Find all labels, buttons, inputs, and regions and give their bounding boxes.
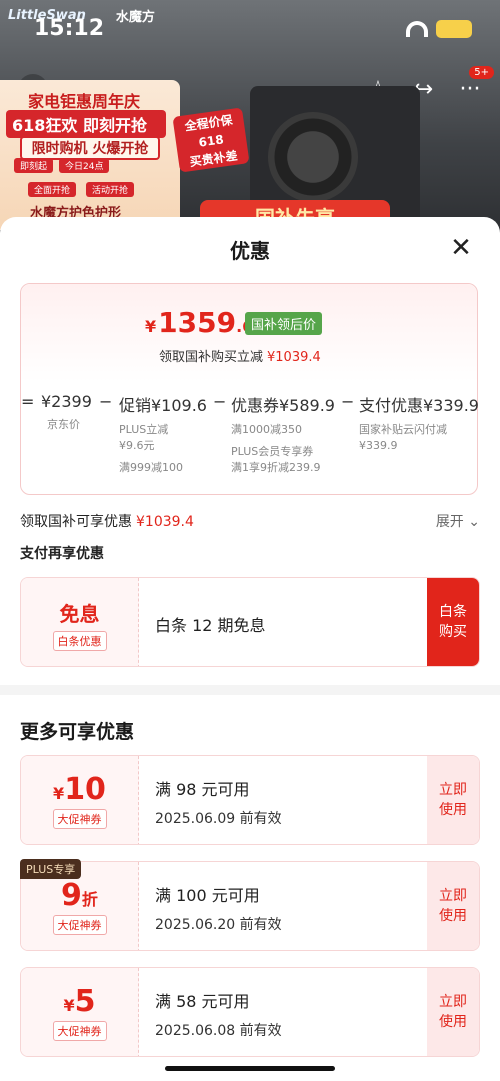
coupon-expiry: 2025.06.20 前有效 bbox=[155, 917, 282, 933]
coupon-condition: 满 98 元可用 bbox=[155, 780, 250, 799]
price-protect-sticker: 全程价保 618 买贵补差 bbox=[172, 107, 250, 173]
coupon-condition: 满 100 元可用 bbox=[155, 886, 260, 905]
price-tag: 国补领后价 bbox=[245, 312, 323, 335]
interest-free-card[interactable]: 免息 白条优惠 白条 12 期免息 白条 购买 bbox=[20, 577, 480, 667]
price-symbol: ¥ bbox=[145, 317, 157, 336]
promo-tags-2: 全面开抢 活动开抢 bbox=[28, 182, 135, 197]
coupon-value: 优惠券¥589.9 bbox=[231, 396, 335, 415]
coupon-note: 满1000减350 bbox=[231, 423, 302, 436]
breakdown-pay: 支付优惠¥339.9 国家补贴云闪付减 ¥339.9 bbox=[359, 392, 479, 454]
breakdown-promo: 促销¥109.6 PLUS立减 ¥9.6元 满999减100 bbox=[119, 392, 207, 476]
promo-title: 家电钜惠周年庆 bbox=[28, 92, 141, 111]
cart-count-badge: 5+ bbox=[469, 66, 494, 79]
pay-note: ¥339.9 bbox=[359, 439, 398, 452]
price-subtitle-text: 领取国补购买立减 bbox=[159, 350, 264, 365]
promo-note: 满999减100 bbox=[119, 461, 183, 474]
coupon-note: 满1享9折减239.9 bbox=[231, 461, 321, 474]
section-divider bbox=[0, 685, 500, 695]
coupon-note: PLUS会员专享券 bbox=[231, 445, 314, 458]
price-card: ¥ 1359 .6 国补领后价 领取国补购买立减¥1039.4 = ¥2399 … bbox=[20, 283, 479, 495]
promo-tag: 即刻起 bbox=[14, 158, 54, 173]
breakdown-base: ¥2399 京东价 bbox=[41, 392, 92, 433]
price-subtitle: 领取国补购买立减 ¥1039.4 bbox=[159, 346, 321, 365]
battery-icon bbox=[436, 20, 472, 38]
coupon-value: 9折 bbox=[21, 878, 138, 913]
chevron-down-icon: ⌄ bbox=[468, 514, 480, 530]
coupon-card[interactable]: 9折 大促神券 满 100 元可用 2025.06.20 前有效 立即 使用 bbox=[20, 861, 480, 951]
use-now-button[interactable]: 立即 使用 bbox=[427, 968, 479, 1056]
final-price: ¥ 1359 .6 bbox=[145, 306, 253, 339]
plus-badge: PLUS专享 bbox=[20, 859, 82, 879]
coupon-symbol: ¥ bbox=[63, 996, 75, 1015]
promo-tags: 即刻起 今日24点 bbox=[14, 158, 110, 173]
minus-sign: − bbox=[341, 392, 355, 411]
expand-button[interactable]: 展开 ⌄ bbox=[436, 511, 480, 531]
price-summary: ¥ 1359 .6 国补领后价 领取国补购买立减¥1039.4 bbox=[21, 284, 477, 382]
baitiao-buy-button[interactable]: 白条 购买 bbox=[427, 578, 479, 666]
base-price-label: 京东价 bbox=[47, 418, 80, 431]
price-integer: 1359 bbox=[158, 306, 237, 339]
coupon-symbol: ¥ bbox=[53, 784, 65, 803]
coupon-tag: 大促神券 bbox=[52, 809, 107, 829]
coupon-expiry: 2025.06.08 前有效 bbox=[155, 1023, 282, 1039]
coupon-value-block: ¥10 大促神券 bbox=[21, 756, 139, 844]
status-time: 15:12 bbox=[34, 16, 105, 41]
interest-badge: 免息 白条优惠 bbox=[21, 578, 139, 666]
coupon-amount: 5 bbox=[74, 984, 96, 1019]
washer-door bbox=[268, 112, 358, 202]
minus-sign: − bbox=[213, 392, 227, 411]
coupon-amount: 10 bbox=[64, 772, 106, 807]
interest-tag: 白条优惠 bbox=[52, 631, 107, 651]
coupon-value: ¥5 bbox=[21, 984, 138, 1019]
promo-value: 促销¥109.6 bbox=[119, 396, 207, 415]
promo-line-1: 618狂欢 即刻开抢 bbox=[6, 110, 166, 138]
use-now-button[interactable]: 立即 使用 bbox=[427, 862, 479, 950]
coupon-card[interactable]: ¥5 大促神券 满 58 元可用 2025.06.08 前有效 立即 使用 bbox=[20, 967, 480, 1057]
equals-sign: = bbox=[21, 392, 35, 411]
more-heading: 更多可享优惠 bbox=[20, 721, 135, 743]
interest-text: 白条 12 期免息 bbox=[155, 616, 266, 635]
coupon-condition: 满 58 元可用 bbox=[155, 992, 250, 1011]
coupon-value: ¥10 bbox=[21, 772, 138, 807]
promo-note: PLUS立减 bbox=[119, 423, 169, 436]
promo-line-2: 限时购机 火爆开抢 bbox=[20, 136, 160, 160]
status-bar: 15:12 bbox=[0, 14, 500, 44]
close-icon[interactable]: ✕ bbox=[446, 233, 476, 263]
base-price: ¥2399 bbox=[41, 392, 92, 411]
promo-tag: 全面开抢 bbox=[28, 182, 77, 197]
coupon-unit: 折 bbox=[81, 890, 98, 909]
breakdown-coupon: 优惠券¥589.9 满1000减350 PLUS会员专享券 满1享9折减239.… bbox=[231, 392, 335, 476]
promo-tag: 今日24点 bbox=[59, 158, 110, 173]
pay-heading: 支付再享优惠 bbox=[20, 546, 104, 562]
promo-note: ¥9.6元 bbox=[119, 439, 155, 452]
minus-sign: − bbox=[99, 392, 113, 411]
status-icons bbox=[406, 20, 472, 38]
wifi-icon bbox=[406, 21, 428, 37]
coupon-tag: 大促神券 bbox=[52, 1021, 107, 1041]
use-now-button[interactable]: 立即 使用 bbox=[427, 756, 479, 844]
subsidy-label: 领取国补可享优惠 bbox=[20, 514, 132, 530]
discount-sheet: 优惠 ✕ ¥ 1359 .6 国补领后价 领取国补购买立减¥1039.4 = ¥… bbox=[0, 217, 500, 1081]
product-page-background: LittleSwan 水魔方 15:12 ‹ ☆ ↪ ··· 5+ 家电钜惠周年… bbox=[0, 0, 500, 240]
price-subtitle-amount: ¥1039.4 bbox=[267, 350, 321, 365]
expand-label: 展开 bbox=[435, 514, 464, 530]
subsidy-row: 领取国补可享优惠 ¥1039.4 bbox=[20, 511, 194, 531]
promo-tag: 活动开抢 bbox=[86, 182, 135, 197]
pay-note: 国家补贴云闪付减 bbox=[359, 423, 447, 436]
subsidy-amount: ¥1039.4 bbox=[136, 514, 194, 530]
coupon-expiry: 2025.06.09 前有效 bbox=[155, 811, 282, 827]
home-indicator bbox=[165, 1066, 335, 1071]
sheet-title: 优惠 bbox=[230, 239, 270, 263]
pay-value: 支付优惠¥339.9 bbox=[359, 396, 479, 415]
price-breakdown: = ¥2399 京东价 − 促销¥109.6 PLUS立减 ¥9.6元 满999… bbox=[21, 392, 479, 492]
coupon-card[interactable]: ¥10 大促神券 满 98 元可用 2025.06.09 前有效 立即 使用 bbox=[20, 755, 480, 845]
coupon-tag: 大促神券 bbox=[52, 915, 107, 935]
interest-big: 免息 bbox=[59, 602, 100, 626]
coupon-amount: 9 bbox=[61, 878, 82, 913]
coupon-value-block: ¥5 大促神券 bbox=[21, 968, 139, 1056]
